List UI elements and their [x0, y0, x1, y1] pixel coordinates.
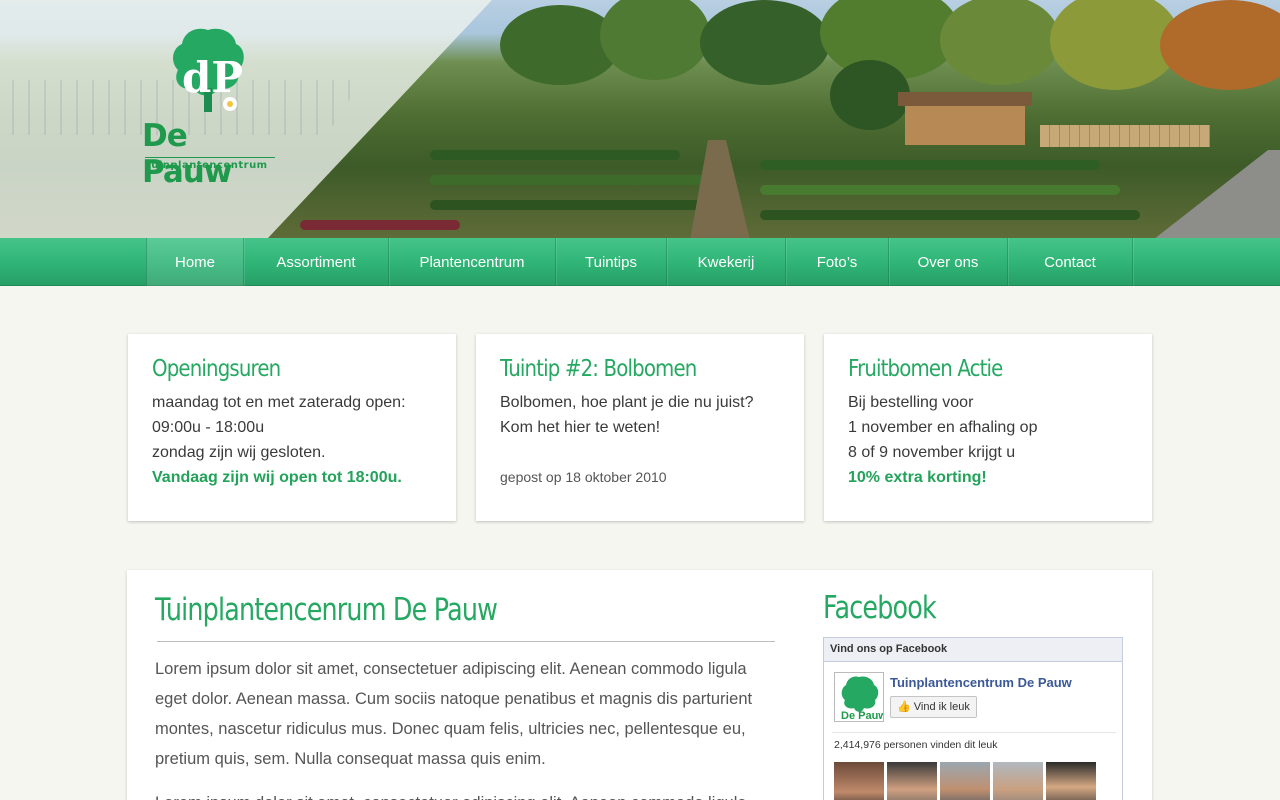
facebook-page-name[interactable]: Tuinplantencentrum De Pauw — [890, 675, 1072, 690]
facebook-widget: Vind ons op Facebook De Pauw Tuinplanten… — [823, 637, 1123, 800]
page-title: Tuinplantencenrum De Pauw — [155, 592, 498, 628]
main-navigation: Home Assortiment Plantencentrum Tuintips… — [0, 238, 1280, 286]
card-line: Bolbomen, hoe plant je die nu juist? — [500, 394, 754, 411]
nav-tuintips[interactable]: Tuintips — [556, 238, 667, 286]
post-date: gepost op 18 oktober 2010 — [500, 469, 667, 485]
card-line: Bij bestelling voor — [848, 394, 974, 411]
nav-over-ons[interactable]: Over ons — [889, 238, 1008, 286]
fan-avatar[interactable] — [940, 762, 990, 800]
divider — [832, 732, 1116, 733]
nav-assortiment[interactable]: Assortiment — [244, 238, 389, 286]
card-text: Bij bestelling voor 1 november en afhali… — [848, 390, 1128, 490]
facebook-widget-header: Vind ons op Facebook — [824, 638, 1122, 662]
card-highlight: Vandaag zijn wij open tot 18:00u. — [152, 469, 402, 486]
title-divider — [157, 641, 775, 642]
nav-fotos[interactable]: Foto’s — [786, 238, 889, 286]
nav-kwekerij[interactable]: Kwekerij — [667, 238, 786, 286]
nav-plantencentrum[interactable]: Plantencentrum — [389, 238, 556, 286]
logo-subtitle: Tuinplantencentrum — [145, 157, 275, 171]
card-line: zondag zijn wij gesloten. — [152, 444, 326, 461]
card-highlight: 10% extra korting! — [848, 469, 987, 486]
card-line: Kom het hier te weten! — [500, 419, 661, 436]
fan-avatar[interactable] — [993, 762, 1043, 800]
hero-banner: dP De Pauw Tuinplantencentrum — [0, 0, 1280, 238]
nav-home[interactable]: Home — [146, 238, 244, 286]
card-line: 8 of 9 november krijgt u — [848, 444, 1016, 461]
card-text: Bolbomen, hoe plant je die nu juist? Kom… — [500, 390, 780, 440]
svg-text:dP: dP — [182, 53, 243, 102]
card-tuintip[interactable]: Tuintip #2: Bolbomen Bolbomen, hoe plant… — [476, 334, 804, 521]
nav-contact[interactable]: Contact — [1008, 238, 1133, 286]
site-logo[interactable]: dP De Pauw Tuinplantencentrum — [142, 26, 282, 190]
facebook-title: Facebook — [823, 590, 937, 626]
card-fruitbomen[interactable]: Fruitbomen Actie Bij bestelling voor 1 n… — [824, 334, 1152, 521]
fan-avatar[interactable] — [1046, 762, 1096, 800]
card-line: maandag tot en met zateradg open: — [152, 394, 406, 411]
intro-paragraph: Lorem ipsum dolor sit amet, consectetuer… — [155, 660, 753, 768]
facebook-fan-faces — [834, 762, 1096, 800]
thumbs-up-icon: 👍 — [897, 701, 911, 713]
fan-avatar[interactable] — [834, 762, 884, 800]
facebook-page-thumbnail[interactable]: De Pauw — [834, 672, 887, 722]
like-label: Vind ik leuk — [913, 701, 970, 713]
card-line: 1 november en afhaling op — [848, 419, 1038, 436]
card-title: Openingsuren — [152, 356, 281, 382]
svg-text:De Pauw: De Pauw — [841, 710, 883, 721]
card-title[interactable]: Fruitbomen Actie — [848, 356, 1089, 382]
card-text: maandag tot en met zateradg open: 09:00u… — [152, 390, 432, 490]
facebook-like-button[interactable]: 👍 Vind ik leuk — [890, 696, 977, 718]
logo-tree-icon: dP — [173, 28, 244, 112]
second-paragraph: Lorem ipsum dolor sit amet, consectetuer… — [155, 788, 777, 800]
card-openingsuren: Openingsuren maandag tot en met zateradg… — [128, 334, 456, 521]
facebook-like-count: 2,414,976 personen vinden dit leuk — [834, 739, 998, 751]
fan-avatar[interactable] — [887, 762, 937, 800]
card-title[interactable]: Tuintip #2: Bolbomen — [500, 356, 741, 382]
logo-tree-icon: De Pauw — [841, 676, 887, 722]
card-line: 09:00u - 18:00u — [152, 419, 265, 436]
logo-title: De Pauw — [142, 118, 233, 190]
main-content: Tuinplantencenrum De Pauw Lorem ipsum do… — [127, 570, 1152, 800]
